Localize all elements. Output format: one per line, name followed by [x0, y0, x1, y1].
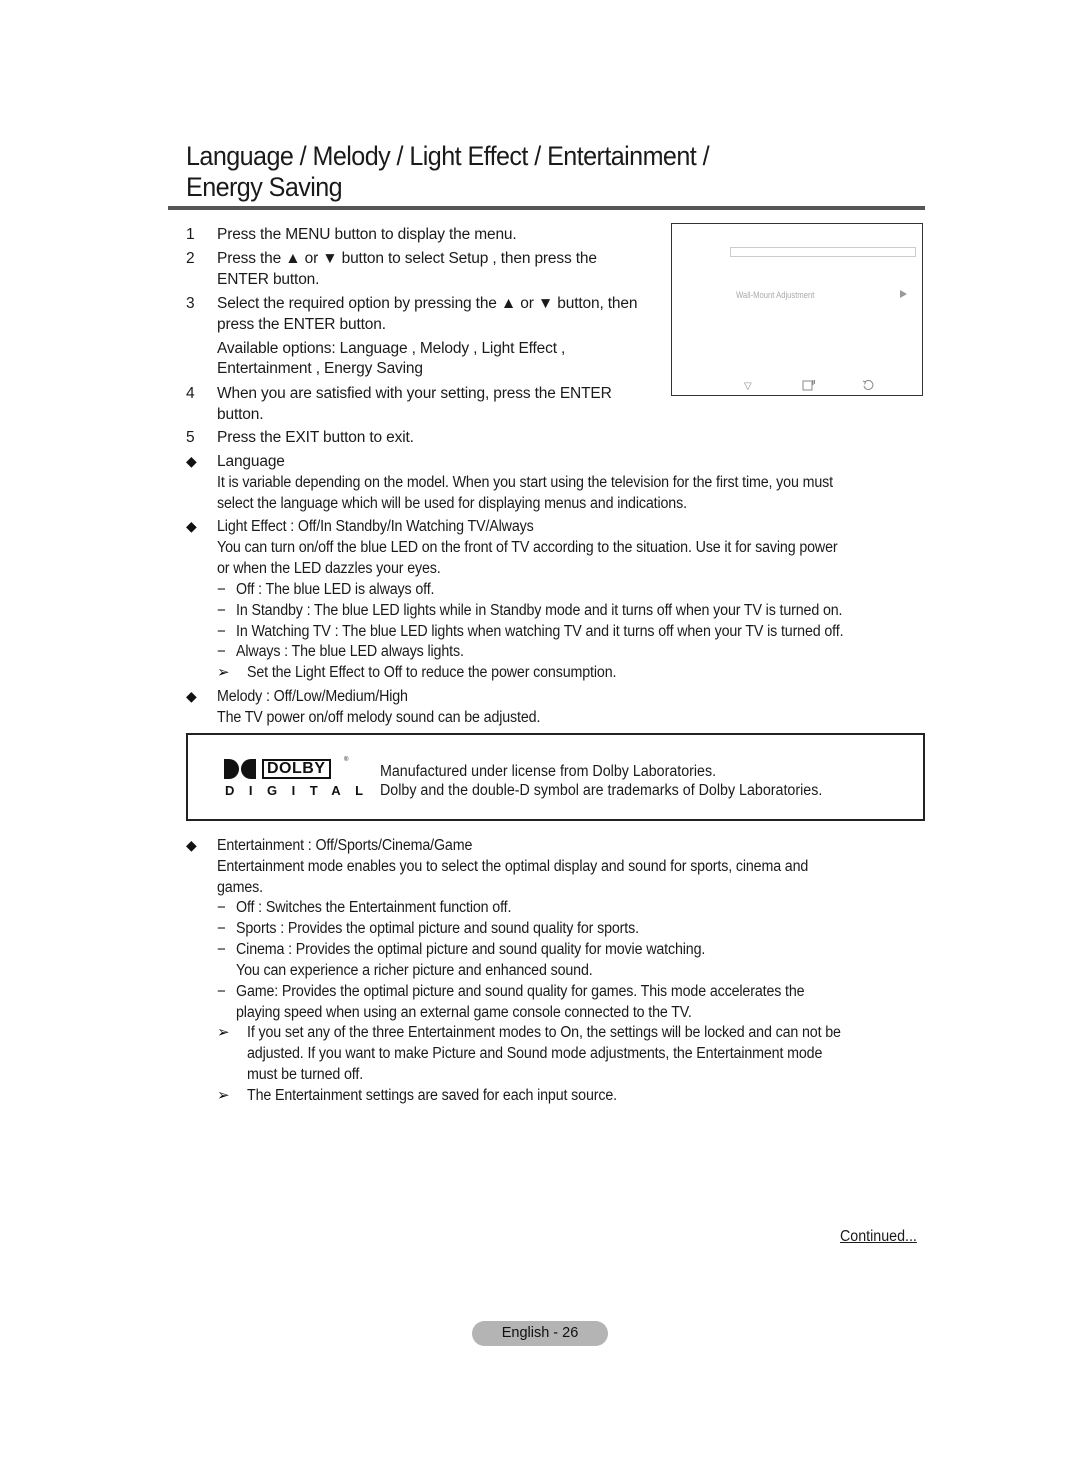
return-icon	[862, 379, 874, 394]
light-effect-note: Set the Light Effect to Off to reduce th…	[247, 664, 617, 681]
page-title-line1: Language / Melody / Light Effect / Enter…	[186, 141, 710, 171]
page-number-badge: English - 26	[472, 1321, 608, 1346]
light-effect-option: In Standby : The blue LED lights while i…	[236, 602, 843, 619]
step-number: 5	[186, 429, 195, 446]
entertainment-note: The Entertainment settings are saved for…	[247, 1087, 617, 1104]
light-effect-option: Off : The blue LED is always off.	[236, 581, 435, 598]
dolby-line2: Dolby and the double-D symbol are tradem…	[380, 782, 823, 799]
step-text: Press the EXIT button to exit.	[217, 429, 414, 446]
step-text: ENTER button.	[217, 271, 320, 288]
dash-icon: −	[217, 899, 226, 916]
step-number: 4	[186, 385, 195, 402]
entertainment-option: Cinema : Provides the optimal picture an…	[236, 941, 706, 958]
entertainment-body-line: games.	[217, 879, 263, 896]
language-body-line: select the language which will be used f…	[217, 495, 687, 512]
continued-link[interactable]: Continued...	[840, 1228, 917, 1246]
bullet-diamond-icon: ◆	[186, 688, 197, 704]
step-text: press the ENTER button.	[217, 316, 386, 333]
page-title-line2: Energy Saving	[186, 172, 343, 202]
entertainment-body-line: Entertainment mode enables you to select…	[217, 858, 809, 875]
entertainment-option: Sports : Provides the optimal picture an…	[236, 920, 639, 937]
entertainment-option-cont: You can experience a richer picture and …	[236, 962, 593, 979]
dash-icon: −	[217, 581, 226, 598]
dolby-digital-logo: DOLBY ® DIGITAL	[224, 757, 363, 799]
light-effect-body-line: or when the LED dazzles your eyes.	[217, 560, 441, 577]
title-divider	[168, 206, 925, 210]
step-number: 3	[186, 295, 195, 312]
entertainment-heading: Entertainment : Off/Sports/Cinema/Game	[217, 837, 473, 854]
registered-mark: ®	[344, 757, 349, 763]
dolby-logo-sub: DIGITAL	[225, 783, 378, 798]
melody-body: The TV power on/off melody sound can be …	[217, 709, 541, 726]
light-effect-option: Always : The blue LED always lights.	[236, 643, 464, 660]
tv-menu-screenshot: Wall-Mount Adjustment ▽	[671, 223, 923, 396]
menu-title-bar	[730, 247, 916, 257]
step-text: When you are satisfied with your setting…	[217, 385, 612, 402]
note-arrow-icon: ➢	[217, 1087, 230, 1104]
dash-icon: −	[217, 983, 226, 1000]
entertainment-option: Game: Provides the optimal picture and s…	[236, 983, 805, 1000]
entertainment-note-cont: must be turned off.	[247, 1066, 364, 1083]
dash-icon: −	[217, 920, 226, 937]
move-icon: ▽	[744, 381, 752, 392]
page-title: Language / Melody / Light Effect / Enter…	[186, 141, 800, 203]
entertainment-option-cont: playing speed when using an external gam…	[236, 1004, 692, 1021]
dash-icon: −	[217, 643, 226, 660]
entertainment-option: Off : Switches the Entertainment functio…	[236, 899, 512, 916]
options-text: Entertainment , Energy Saving	[217, 360, 423, 377]
step-text: Press the MENU button to display the men…	[217, 226, 517, 243]
language-body-line: It is variable depending on the model. W…	[217, 474, 833, 491]
dash-icon: −	[217, 602, 226, 619]
entertainment-note-cont: adjusted. If you want to make Picture an…	[247, 1045, 823, 1062]
note-arrow-icon: ➢	[217, 1024, 230, 1041]
melody-heading: Melody : Off/Low/Medium/High	[217, 688, 408, 705]
light-effect-option: In Watching TV : The blue LED lights whe…	[236, 623, 844, 640]
language-heading: Language	[217, 453, 285, 470]
step-number: 2	[186, 250, 195, 267]
dolby-line1: Manufactured under license from Dolby La…	[380, 763, 717, 780]
dolby-text: Manufactured under license from Dolby La…	[380, 762, 822, 800]
step-text: Press the ▲ or ▼ button to select Setup …	[217, 250, 597, 267]
light-effect-body-line: You can turn on/off the blue LED on the …	[217, 539, 838, 556]
step-text: button.	[217, 406, 264, 423]
step-number: 1	[186, 226, 195, 243]
dash-icon: −	[217, 623, 226, 640]
dash-icon: −	[217, 941, 226, 958]
enter-icon	[802, 379, 816, 394]
step-text: Select the required option by pressing t…	[217, 295, 638, 312]
options-text: Available options: Language , Melody , L…	[217, 340, 566, 357]
entertainment-note: If you set any of the three Entertainmen…	[247, 1024, 841, 1041]
note-arrow-icon: ➢	[217, 664, 230, 681]
light-effect-heading: Light Effect : Off/In Standby/In Watchin…	[217, 518, 534, 535]
dolby-license-box: DOLBY ® DIGITAL Manufactured under licen…	[186, 733, 925, 821]
bullet-diamond-icon: ◆	[186, 453, 197, 469]
bullet-diamond-icon: ◆	[186, 518, 197, 534]
submenu-arrow-icon	[900, 290, 907, 298]
menu-item-wall-mount: Wall-Mount Adjustment	[736, 290, 815, 300]
dolby-logo-word: DOLBY	[262, 759, 331, 779]
bullet-diamond-icon: ◆	[186, 837, 197, 853]
